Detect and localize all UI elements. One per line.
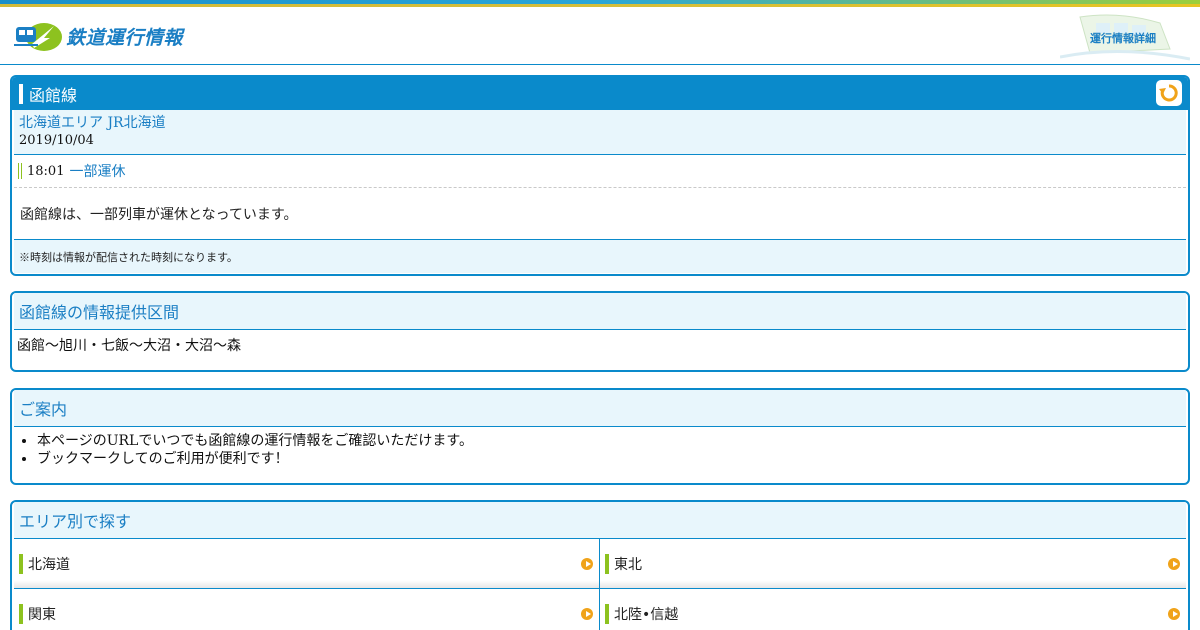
line-name: 函館線 — [29, 85, 78, 105]
area-label: 北海道 — [28, 556, 70, 573]
status-label: 一部運休 — [69, 164, 126, 180]
area-link-tohoku[interactable]: 東北 — [600, 539, 1186, 589]
arrow-right-icon — [581, 608, 593, 620]
guide-item: 本ページのURLでいつでも函館線の運行情報をご確認いただけます。 — [37, 432, 1188, 450]
top-color-stripe — [0, 0, 1200, 7]
arrow-right-icon — [1168, 558, 1180, 570]
guide-title: ご案内 — [14, 390, 1186, 427]
area-search-panel: エリア別で探す 北海道 東北 関東 北陸•信越 — [10, 500, 1190, 630]
area-grid: 北海道 東北 関東 北陸•信越 — [14, 539, 1186, 630]
guide-item: ブックマークしてのご利用が便利です！ — [37, 450, 1188, 468]
refresh-button[interactable] — [1156, 80, 1182, 106]
area-marker — [605, 603, 609, 624]
guide-panel: ご案内 本ページのURLでいつでも函館線の運行情報をご確認いただけます。 ブック… — [10, 388, 1190, 485]
area-label: 関東 — [28, 606, 56, 623]
status-row: 18:01 一部運休 — [14, 155, 1186, 188]
area-label: 北陸•信越 — [614, 606, 679, 623]
area-marker — [19, 603, 23, 624]
status-message: 函館線は、一部列車が運休となっています。 — [14, 188, 1186, 240]
status-panel-header: 函館線 — [12, 77, 1188, 110]
area-label: 東北 — [614, 556, 642, 573]
area-info: 北海道エリア JR北海道 2019/10/04 — [14, 110, 1186, 155]
refresh-icon — [1159, 84, 1178, 102]
logo-text: 鉄道運行情報 — [66, 26, 184, 49]
area-search-title: エリア別で探す — [14, 502, 1186, 539]
arrow-right-icon — [1168, 608, 1180, 620]
info-range-panel: 函館線の情報提供区間 函館～旭川・七飯～大沼・大沼～森 — [10, 291, 1190, 372]
info-range-title: 函館線の情報提供区間 — [14, 293, 1186, 330]
area-marker — [19, 553, 23, 574]
area-marker — [605, 553, 609, 574]
area-link-kanto[interactable]: 関東 — [14, 589, 600, 630]
info-range-body: 函館～旭川・七飯～大沼・大沼～森 — [17, 338, 241, 354]
arrow-right-icon — [581, 558, 593, 570]
status-time: 18:01 — [27, 163, 65, 179]
status-panel: 函館線 北海道エリア JR北海道 2019/10/04 18:01 一部運休 函… — [10, 75, 1190, 276]
area-link-hokkaido[interactable]: 北海道 — [14, 539, 600, 589]
site-logo[interactable]: 鉄道運行情報 — [14, 18, 183, 54]
status-date: 2019/10/04 — [19, 133, 94, 148]
status-marker — [18, 163, 22, 179]
time-note: ※時刻は情報が配信された時刻になります。 — [14, 240, 1186, 273]
guide-list: 本ページのURLでいつでも函館線の運行情報をご確認いただけます。 ブックマークし… — [12, 427, 1188, 468]
site-header: 鉄道運行情報 運行情報詳細 — [0, 7, 1200, 65]
train-logo-icon — [14, 18, 64, 54]
area-link-hokuriku-shinetsu[interactable]: 北陸•信越 — [600, 589, 1186, 630]
area-operator-link[interactable]: 北海道エリア JR北海道 — [19, 114, 1186, 132]
operation-detail-link[interactable]: 運行情報詳細 — [1090, 30, 1156, 46]
title-bar-marker — [19, 83, 23, 104]
